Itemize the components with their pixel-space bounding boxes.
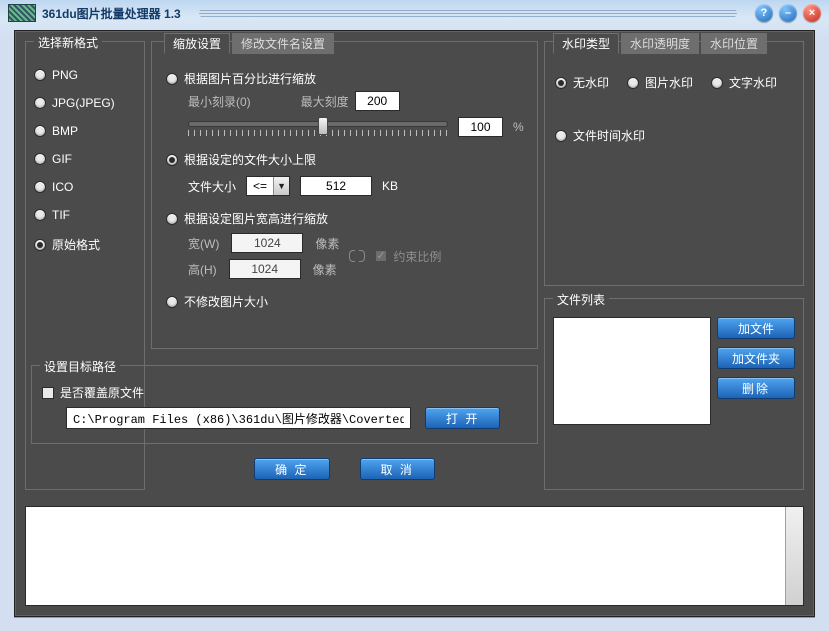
filesize-value-input[interactable] [300,176,372,196]
radio-format-gif[interactable]: GIF [34,152,136,166]
lock-aspect-checkbox: 约束比例 [375,248,441,265]
filesize-op-select[interactable]: <=▼ [246,176,290,196]
watermark-group: 水印类型 水印透明度 水印位置 无水印 图片水印 文字水印 文件时间水印 [544,41,804,286]
height-label: 高(H) [188,261,217,278]
percent-slider[interactable] [188,118,448,136]
height-input[interactable] [229,259,301,279]
width-label: 宽(W) [188,235,219,252]
add-folder-button[interactable]: 加文件夹 [717,347,795,369]
minimize-button[interactable]: – [779,4,797,22]
path-group: 设置目标路径 是否覆盖原文件 打 开 [31,365,538,444]
radio-watermark-text[interactable]: 文字水印 [711,74,777,91]
filelist-box[interactable] [553,317,711,425]
percent-unit: % [513,120,524,134]
tab-watermark-opacity[interactable]: 水印透明度 [621,33,699,54]
width-input[interactable] [231,233,303,253]
scale-group: 缩放设置 修改文件名设置 根据图片百分比进行缩放 最小刻录(0) [151,41,538,349]
filelist-legend: 文件列表 [553,291,609,308]
radio-scale-by-percent[interactable]: 根据图片百分比进行缩放 [166,70,525,87]
titlebar: 361du图片批量处理器 1.3 ? – × [0,0,829,26]
app-icon [8,4,36,22]
radio-format-bmp[interactable]: BMP [34,124,136,138]
close-button[interactable]: × [803,4,821,22]
filesize-unit: KB [382,179,398,193]
max-scale-input[interactable] [355,91,400,111]
radio-watermark-filetime[interactable]: 文件时间水印 [555,127,793,144]
add-file-button[interactable]: 加文件 [717,317,795,339]
filelist-group: 文件列表 加文件 加文件夹 删除 [544,298,804,490]
path-input[interactable] [66,407,411,429]
height-unit: 像素 [313,261,337,278]
min-scale-label: 最小刻录(0) [188,93,251,110]
percent-value-input[interactable] [458,117,503,137]
log-textarea[interactable] [25,506,804,606]
radio-format-tif[interactable]: TIF [34,208,136,222]
radio-scale-none[interactable]: 不修改图片大小 [166,293,525,310]
link-icon [349,250,365,262]
filesize-label: 文件大小 [188,178,236,195]
window-title: 361du图片批量处理器 1.3 [42,5,181,22]
radio-format-jpgjpeg[interactable]: JPG(JPEG) [34,96,136,110]
radio-watermark-image[interactable]: 图片水印 [627,74,693,91]
max-scale-label: 最大刻度 [301,93,349,110]
format-legend: 选择新格式 [34,34,102,51]
ok-button[interactable]: 确 定 [254,458,329,480]
tab-scale[interactable]: 缩放设置 [164,33,230,54]
open-button[interactable]: 打 开 [425,407,500,429]
radio-scale-by-wh[interactable]: 根据设定图片宽高进行缩放 [166,210,525,227]
tab-rename[interactable]: 修改文件名设置 [232,33,334,54]
client-area: 选择新格式 PNG JPG(JPEG) BMP GIF ICO TIF 原始格式 缩放设置 … [14,30,815,617]
width-unit: 像素 [315,235,339,252]
radio-format-png[interactable]: PNG [34,68,136,82]
delete-button[interactable]: 删除 [717,377,795,399]
radio-watermark-none[interactable]: 无水印 [555,74,609,91]
radio-format-ico[interactable]: ICO [34,180,136,194]
radio-format-原始格式[interactable]: 原始格式 [34,236,136,253]
titlebar-groove [199,8,737,18]
tab-watermark-type[interactable]: 水印类型 [553,33,619,54]
help-button[interactable]: ? [755,4,773,22]
overwrite-checkbox[interactable]: 是否覆盖原文件 [42,384,527,401]
cancel-button[interactable]: 取 消 [360,458,435,480]
radio-scale-by-filesize[interactable]: 根据设定的文件大小上限 [166,151,525,168]
path-legend: 设置目标路径 [40,358,120,375]
tab-watermark-pos[interactable]: 水印位置 [701,33,767,54]
